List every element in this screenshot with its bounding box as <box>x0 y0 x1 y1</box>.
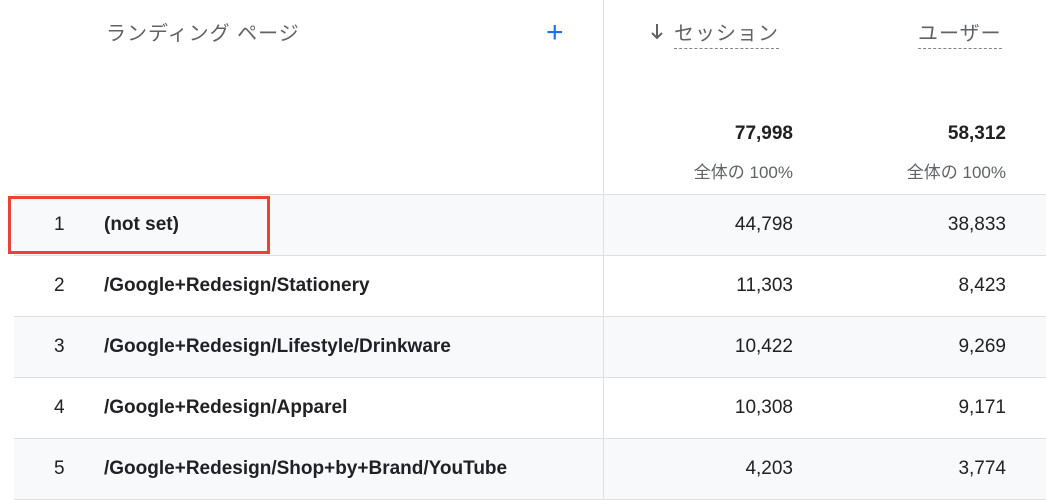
sessions-column-header[interactable]: セッション <box>650 17 779 49</box>
users-column-header[interactable]: ユーザー <box>918 17 1002 49</box>
row-divider <box>14 438 1046 439</box>
sessions-header-label: セッション <box>674 23 779 49</box>
users-header-label: ユーザー <box>918 23 1002 49</box>
add-dimension-button[interactable]: + <box>546 18 564 48</box>
row-rank: 2 <box>54 275 65 296</box>
table-row[interactable]: 5 /Google+Redesign/Shop+by+Brand/YouTube… <box>14 439 1046 499</box>
row-rank: 5 <box>54 458 65 479</box>
users-cell: 8,423 <box>958 275 1006 296</box>
highlight-box <box>8 196 270 254</box>
sessions-cell: 10,308 <box>734 397 793 418</box>
users-cell: 9,171 <box>958 397 1006 418</box>
table-row[interactable]: 3 /Google+Redesign/Lifestyle/Drinkware 1… <box>14 317 1046 377</box>
sessions-total: 77,998 <box>734 123 793 144</box>
row-divider <box>14 316 1046 317</box>
sessions-cell: 4,203 <box>745 458 793 479</box>
landing-page-cell[interactable]: /Google+Redesign/Stationery <box>104 256 370 316</box>
table-row[interactable]: 4 /Google+Redesign/Apparel 10,308 9,171 <box>14 378 1046 438</box>
row-divider <box>14 377 1046 378</box>
sessions-cell: 44,798 <box>734 214 793 235</box>
users-cell: 3,774 <box>958 458 1006 479</box>
dimension-header[interactable]: ランディング ページ <box>106 17 300 46</box>
arrow-down-icon <box>651 24 663 40</box>
landing-page-cell[interactable]: /Google+Redesign/Shop+by+Brand/YouTube <box>104 439 507 499</box>
row-divider <box>14 255 1046 256</box>
column-divider <box>603 0 604 500</box>
landing-page-cell[interactable]: /Google+Redesign/Lifestyle/Drinkware <box>104 317 451 377</box>
row-rank: 3 <box>54 336 65 357</box>
table-row[interactable]: 2 /Google+Redesign/Stationery 11,303 8,4… <box>14 256 1046 316</box>
users-total: 58,312 <box>947 123 1006 144</box>
users-total-percent: 全体の 100% <box>906 163 1006 182</box>
row-rank: 4 <box>54 397 65 418</box>
sessions-cell: 10,422 <box>734 336 793 357</box>
sessions-total-percent: 全体の 100% <box>693 163 793 182</box>
row-divider <box>14 194 1046 195</box>
users-cell: 9,269 <box>958 336 1006 357</box>
plus-icon: + <box>546 16 564 49</box>
landing-page-cell[interactable]: /Google+Redesign/Apparel <box>104 378 347 438</box>
users-cell: 38,833 <box>947 214 1006 235</box>
sessions-cell: 11,303 <box>736 275 793 296</box>
